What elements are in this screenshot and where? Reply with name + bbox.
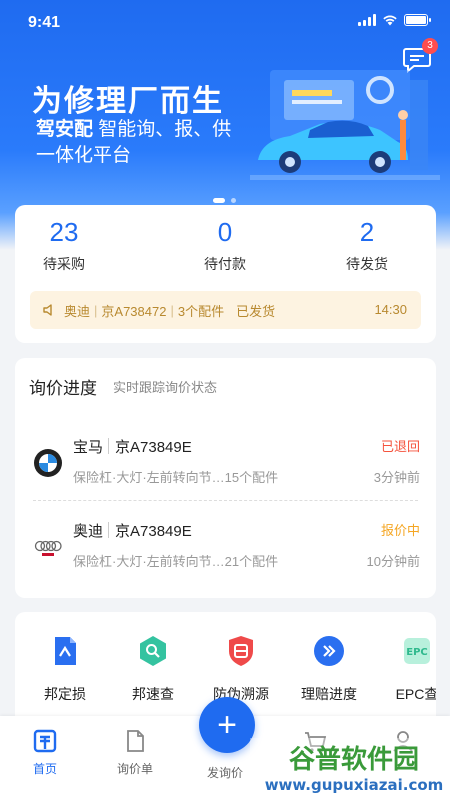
divider [33,500,418,501]
stat-label: 待付款 [204,256,246,272]
stat-value: 0 [217,217,233,247]
stat-value: 2 [359,217,375,247]
user-icon [393,731,413,752]
car-brand: 奥迪 [73,523,104,540]
tab-post-inquiry[interactable]: 发询价 [190,758,260,781]
notice-time: 14:30 [374,302,407,317]
bmw-logo-icon [34,449,62,477]
time-ago: 3分钟前 [373,470,420,485]
stat-pending-payment[interactable]: 0 待付款 [165,217,285,274]
inquiry-item[interactable]: 奥迪 京A73849E 报价中 保险杠·大灯·左前转向节…21个配件 10分钟前 [15,504,436,584]
speaker-icon [43,304,52,316]
epc-icon: EPC [404,638,430,664]
notice-plate: 京A738472 [101,303,167,319]
time-ago: 10分钟前 [366,554,420,569]
shipment-notice[interactable]: 奥迪 | 京A738472 | 3个配件 已发货 14:30 [30,291,421,329]
license-plate: 京A73849E [115,439,192,456]
status-time: 9:41 [28,14,61,31]
stat-label: 待采购 [43,256,85,272]
wifi-icon [383,15,397,26]
banner-slogan: 驾安配 智能询、报、供 [36,114,231,141]
status-icons [358,14,431,26]
notice-separator: | [170,302,174,318]
banner-pager[interactable] [213,198,236,203]
tab-cart[interactable] [280,728,350,754]
inquiry-item[interactable]: 宝马 京A73849E 已退回 保险杠·大灯·左前转向节…15个配件 3分钟前 [15,420,436,500]
banner-brand: 驾安配 [36,119,94,140]
tool-damage-assess[interactable]: 邦定损 [25,634,105,704]
damage-assess-icon [55,637,76,665]
order-stats-card: 23 待采购 0 待付款 2 待发货 奥迪 | 京A738472 | 3个配件 … [15,205,436,343]
quick-search-icon [140,636,166,666]
tab-inquiry-list[interactable]: 询价单 [100,728,170,777]
license-plate: 京A73849E [115,523,192,540]
tab-profile[interactable] [368,728,438,754]
cellular-signal-icon [358,14,376,26]
stat-pending-purchase[interactable]: 23 待采购 [4,217,124,274]
svg-text:EPC: EPC [406,647,428,658]
banner-slogan-text: 智能询、报、供 [98,119,232,140]
separator [108,438,109,454]
tab-label: 发询价 [206,766,243,780]
claim-progress-icon [314,636,344,666]
notice-brand: 奥迪 [64,303,91,319]
tool-claim-progress[interactable]: 理赔进度 [289,634,369,704]
plus-icon: + [217,706,237,744]
parts-summary: 保险杠·大灯·左前转向节…15个配件 [73,470,279,485]
document-icon [127,730,144,752]
notice-parts: 3个配件 [177,303,225,319]
separator [108,522,109,538]
home-icon [33,729,57,753]
tool-label: 邦速查 [132,686,174,702]
tool-label: 邦定损 [44,686,86,702]
audi-logo-icon [34,540,62,556]
cart-icon [305,732,327,752]
section-title: 询价进度 [29,379,97,398]
inquiry-status: 报价中 [380,523,420,538]
status-bar: 9:41 [0,0,450,44]
tab-home[interactable]: 首页 [10,728,80,777]
parts-summary: 保险杠·大灯·左前转向节…21个配件 [73,554,279,569]
tool-label: 理赔进度 [301,686,357,702]
post-inquiry-button[interactable]: + [199,697,255,753]
stat-value: 23 [49,217,79,247]
tab-label: 首页 [32,762,57,776]
tool-quick-search[interactable]: 邦速查 [113,634,193,704]
tool-anti-fake[interactable]: 防伪溯源 [201,634,281,704]
notice-separator: | [94,302,98,318]
stat-label: 待发货 [346,256,388,272]
inquiry-status: 已退回 [380,439,420,454]
tool-label: EPC查 [395,686,436,702]
battery-icon [404,14,431,26]
message-badge: 3 [422,38,438,54]
banner-slogan-line2: 一体化平台 [36,145,132,166]
tool-epc[interactable]: EPC EPC查 [377,634,436,704]
stat-pending-shipment[interactable]: 2 待发货 [307,217,427,274]
car-brand: 宝马 [73,439,104,456]
inquiry-progress-card: 询价进度 实时跟踪询价状态 宝马 京A73849E 已退回 保险杠·大灯·左前转… [15,358,436,598]
notice-status: 已发货 [236,303,276,319]
banner-illustration [250,70,440,180]
tab-label: 询价单 [116,762,153,776]
section-subtitle: 实时跟踪询价状态 [113,380,218,395]
anti-fake-icon [229,636,253,666]
